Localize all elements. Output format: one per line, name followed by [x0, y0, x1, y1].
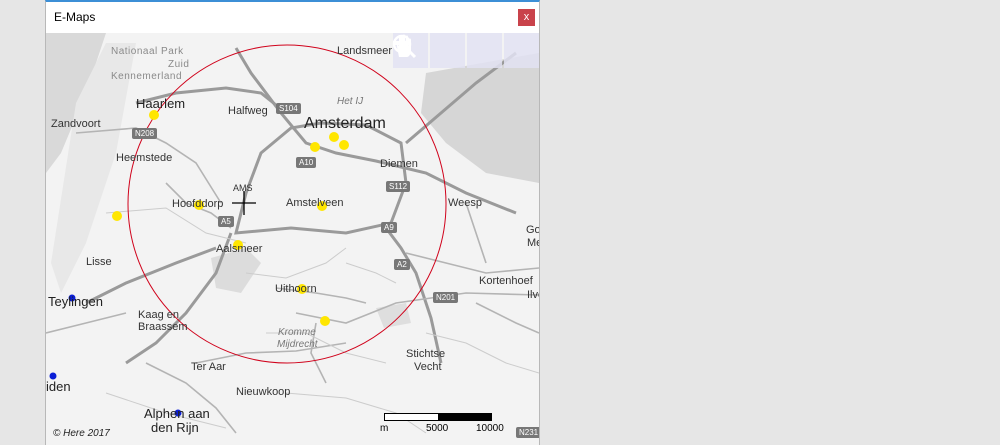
label-stichtse: Stichtse [406, 348, 446, 360]
window-edge [539, 33, 540, 445]
poi-marker [320, 316, 330, 326]
road-shield-n201: N201 [433, 292, 459, 303]
scale-labels: m 5000 10000 [380, 421, 524, 435]
poi-marker [310, 142, 320, 152]
label-uithoorn: Uithoorn [275, 283, 317, 295]
zoom-out-button[interactable] [393, 33, 539, 68]
title-bar[interactable]: E-Maps x [46, 2, 539, 32]
markermeer-water [421, 53, 539, 183]
scale-bar: m 5000 10000 [380, 413, 524, 435]
label-ter-aar: Ter Aar [191, 361, 226, 373]
minus-icon [393, 41, 409, 45]
label-ilve: Ilve [527, 289, 539, 301]
road-shield-n208: N208 [132, 128, 158, 139]
label-weesp: Weesp [448, 197, 483, 209]
road-shield-a2: A2 [394, 259, 410, 270]
road-shield-a10: A10 [296, 157, 317, 168]
label-heemstede: Heemstede [116, 152, 173, 164]
close-button[interactable]: x [518, 9, 535, 26]
label-hoofddorp: Hoofddorp [172, 198, 224, 210]
label-kennemerland: Kennemerland [111, 71, 183, 82]
window-title: E-Maps [54, 10, 96, 24]
poi-marker [112, 211, 122, 221]
label-zuid: Zuid [168, 59, 190, 70]
poi-marker [149, 110, 159, 120]
label-halfweg: Halfweg [228, 105, 268, 117]
label-lisse: Lisse [86, 256, 112, 268]
map-canvas [46, 33, 539, 434]
label-braassem: Braassem [138, 321, 188, 333]
zoom-box-button[interactable] [392, 33, 465, 68]
label-den-rijn: den Rijn [151, 420, 199, 435]
road-shield-a9: A9 [381, 222, 397, 233]
scale-unit: m [380, 423, 389, 434]
label-center-code: AMS [233, 183, 253, 193]
secondary-roads [46, 127, 539, 434]
label-nationaal-park: Nationaal Park [111, 46, 184, 57]
map-copyright: © Here 2017 [53, 428, 110, 439]
label-go: Go [526, 224, 539, 236]
label-aalsmeer: Aalsmeer [216, 243, 263, 255]
label-kaag-en: Kaag en [138, 309, 179, 321]
scale-end: 10000 [476, 423, 504, 434]
scale-track [384, 413, 492, 421]
label-leiden: iden [46, 379, 71, 394]
scale-mid: 5000 [426, 423, 449, 434]
poi-marker [339, 140, 349, 150]
label-mijdrecht: Mijdrecht [277, 339, 318, 350]
label-alphen-aan: Alphen aan [144, 406, 210, 421]
label-vecht: Vecht [414, 361, 442, 373]
road-shield-s112: S112 [386, 181, 411, 192]
label-kromme: Kromme [278, 327, 316, 338]
poi-marker [329, 132, 339, 142]
label-diemen: Diemen [380, 158, 418, 170]
label-me: Me [527, 237, 539, 249]
center-crosshair-icon [232, 191, 256, 215]
e-maps-window: E-Maps x Landsmeer Nationaal Park Zuid K… [45, 0, 540, 445]
label-amstelveen: Amstelveen [286, 197, 344, 209]
label-teylingen: Teylingen [48, 294, 103, 309]
vinkeveen-lake [376, 303, 411, 328]
label-zandvoort: Zandvoort [51, 118, 101, 130]
label-het-ij: Het IJ [337, 96, 364, 107]
label-haarlem: Haarlem [136, 96, 186, 111]
road-shield-s104: S104 [276, 103, 301, 114]
label-kortenhoef: Kortenhoef [479, 275, 533, 287]
label-amsterdam: Amsterdam [304, 115, 386, 132]
map-view[interactable]: Landsmeer Nationaal Park Zuid Kennemerla… [46, 33, 539, 445]
zoom-in-button[interactable] [393, 33, 502, 68]
label-landsmeer: Landsmeer [337, 45, 393, 57]
map-toolbar [391, 33, 539, 68]
road-shield-a5: A5 [218, 216, 234, 227]
label-nieuwkoop: Nieuwkoop [236, 386, 291, 398]
